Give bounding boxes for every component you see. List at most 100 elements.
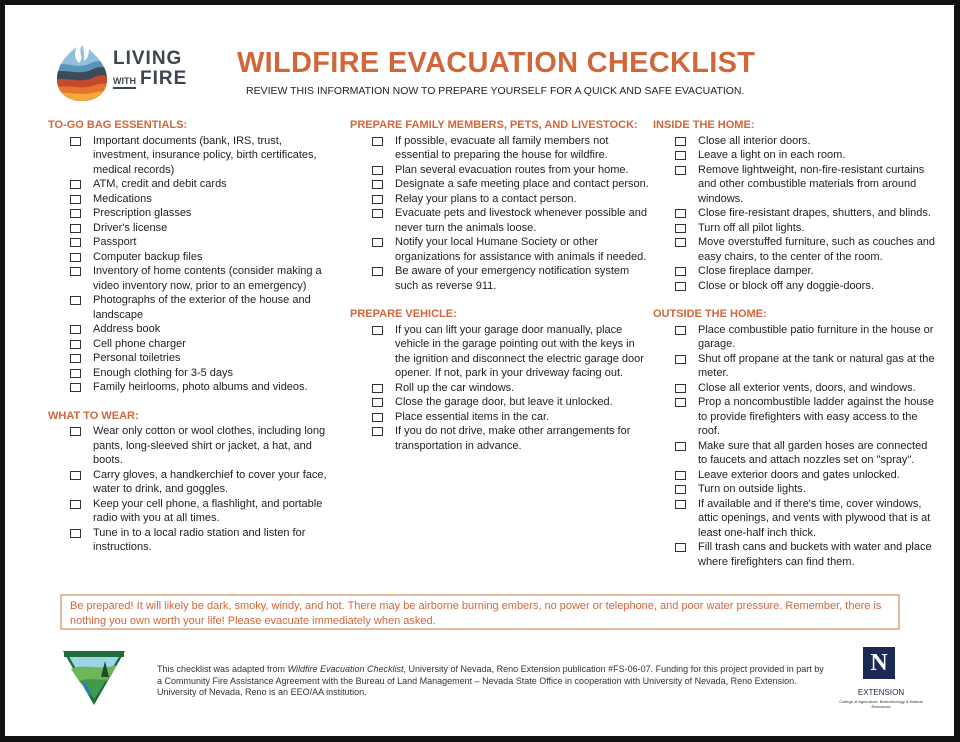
checklist-item-text: Driver's license (93, 221, 168, 234)
credit-prefix: This checklist was adapted from (157, 664, 288, 674)
checklist-item: Designate a safe meeting place and conta… (350, 177, 650, 192)
checklist-item-text: Close or block off any doggie-doors. (698, 279, 874, 292)
checkbox-icon[interactable] (675, 136, 686, 146)
checkbox-icon[interactable] (372, 238, 383, 247)
checklist-item-text: Notify your local Humane Society or othe… (395, 236, 647, 263)
checklist-item: Carry gloves, a handkerchief to cover yo… (48, 468, 338, 497)
checklist-item: Close fireplace damper. (653, 264, 938, 279)
checkbox-icon[interactable] (70, 267, 81, 276)
checkbox-icon[interactable] (372, 325, 383, 335)
checkbox-icon[interactable] (70, 427, 81, 436)
checklist-item: Important documents (bank, IRS, trust, i… (48, 134, 338, 178)
checkbox-icon[interactable] (70, 499, 81, 509)
checklist-item: Computer backup files (48, 250, 338, 265)
checkbox-icon[interactable] (675, 499, 686, 509)
checklist-item: Fill trash cans and buckets with water a… (653, 540, 938, 569)
checklist-item-text: Prescription glasses (93, 207, 192, 219)
checkbox-icon[interactable] (675, 354, 686, 364)
checkbox-icon[interactable] (675, 238, 686, 247)
checklist-item-text: Close fireplace damper. (698, 265, 814, 277)
checkbox-icon[interactable] (372, 412, 383, 422)
checkbox-icon[interactable] (675, 223, 686, 233)
checklist-item-text: Important documents (bank, IRS, trust, i… (93, 134, 317, 176)
checkbox-icon[interactable] (372, 383, 383, 393)
checklist-item: Close all interior doors. (653, 134, 938, 149)
checkbox-icon[interactable] (70, 180, 81, 189)
checklist-item-text: Designate a safe meeting place and conta… (395, 178, 649, 190)
checkbox-icon[interactable] (675, 209, 686, 218)
checkbox-icon[interactable] (675, 485, 686, 494)
checkbox-icon[interactable] (372, 267, 383, 276)
checklist-item-text: Move overstuffed furniture, such as couc… (698, 236, 936, 263)
checklist-item-text: Place essential items in the car. (395, 410, 550, 423)
checklist-item: Medications (48, 192, 338, 207)
checklist-item-text: Carry gloves, a handkerchief to cover yo… (93, 468, 327, 496)
checkbox-icon[interactable] (70, 383, 81, 392)
section-heading: TO-GO BAG ESSENTIALS: (48, 119, 188, 131)
page-title: WILDFIRE EVACUATION CHECKLIST (237, 47, 756, 79)
checklist-item-text: Make sure that all garden hoses are conn… (698, 439, 928, 467)
checkbox-icon[interactable] (675, 383, 686, 393)
checklist-item-text: Close fire-resistant drapes, shutters, a… (698, 207, 931, 219)
checklist-item: If you can lift your garage door manuall… (350, 323, 650, 381)
checklist-item: Cell phone charger (48, 337, 338, 352)
checkbox-icon[interactable] (70, 325, 81, 334)
checkbox-icon[interactable] (675, 151, 686, 160)
checklist-item: If possible, evacuate all family members… (350, 134, 650, 163)
checkbox-icon[interactable] (372, 180, 383, 189)
checklist-item: Address book (48, 322, 338, 337)
checkbox-icon[interactable] (70, 252, 81, 262)
checklist-item-text: Cell phone charger (93, 337, 186, 350)
checklist-item-text: Place combustible patio furniture in the… (698, 323, 934, 351)
checkbox-icon[interactable] (70, 194, 81, 204)
checkbox-icon[interactable] (675, 165, 686, 175)
checkbox-icon[interactable] (70, 238, 81, 247)
checklist-item-text: Roll up the car windows. (395, 381, 515, 394)
section-outside-home: OUTSIDE THE HOME: Place combustible pati… (653, 307, 938, 569)
checkbox-icon[interactable] (372, 165, 383, 175)
column-middle: PREPARE FAMILY MEMBERS, PETS, AND LIVEST… (350, 118, 650, 453)
checklist-item-text: Close all interior doors. (698, 134, 811, 147)
checkbox-icon[interactable] (70, 354, 81, 363)
credit-publication-title: Wildfire Evacuation Checklist (287, 664, 404, 674)
checklist-item: Notify your local Humane Society or othe… (350, 235, 650, 264)
checklist-item-text: Personal toiletries (93, 352, 181, 364)
checkbox-icon[interactable] (70, 470, 81, 480)
checkbox-icon[interactable] (372, 398, 383, 407)
checkbox-icon[interactable] (70, 368, 81, 378)
checkbox-icon[interactable] (70, 223, 81, 233)
checklist-item: Shut off propane at the tank or natural … (653, 352, 938, 381)
checkbox-icon[interactable] (372, 136, 383, 146)
checklist-item: Place combustible patio furniture in the… (653, 323, 938, 352)
section-heading: PREPARE VEHICLE: (350, 308, 457, 320)
checkbox-icon[interactable] (70, 296, 81, 305)
checkbox-icon[interactable] (372, 427, 383, 436)
checklist-item: Turn on outside lights. (653, 482, 938, 497)
checklist-item-text: If possible, evacuate all family members… (395, 134, 609, 162)
checkbox-icon[interactable] (675, 267, 686, 276)
checkbox-icon[interactable] (675, 441, 686, 451)
logo-fire: FIRE (140, 68, 188, 89)
checkbox-icon[interactable] (675, 543, 686, 552)
checkbox-icon[interactable] (70, 339, 81, 349)
checklist-item-text: Close all exterior vents, doors, and win… (698, 381, 916, 394)
checklist-item: Move overstuffed furniture, such as couc… (653, 235, 938, 264)
checkbox-icon[interactable] (372, 209, 383, 218)
checklist-page: LIVING WITH FIRE WILDFIRE EVACUATION CHE… (5, 5, 954, 736)
checkbox-icon[interactable] (70, 209, 81, 218)
checklist-item: Family heirlooms, photo albums and video… (48, 380, 338, 395)
extension-label: EXTENSION (857, 688, 905, 697)
checklist-item-text: Close the garage door, but leave it unlo… (395, 396, 613, 408)
checkbox-icon[interactable] (675, 398, 686, 407)
logo-with: WITH (113, 76, 136, 89)
checkbox-icon[interactable] (675, 281, 686, 291)
section-heading: OUTSIDE THE HOME: (653, 308, 767, 320)
checklist-item: ATM, credit and debit cards (48, 177, 338, 192)
checkbox-icon[interactable] (372, 194, 383, 204)
checklist-item: Personal toiletries (48, 351, 338, 366)
checklist-item: Evacuate pets and livestock whenever pos… (350, 206, 650, 235)
checkbox-icon[interactable] (70, 528, 81, 538)
checkbox-icon[interactable] (675, 325, 686, 335)
checkbox-icon[interactable] (70, 136, 81, 146)
checkbox-icon[interactable] (675, 470, 686, 480)
